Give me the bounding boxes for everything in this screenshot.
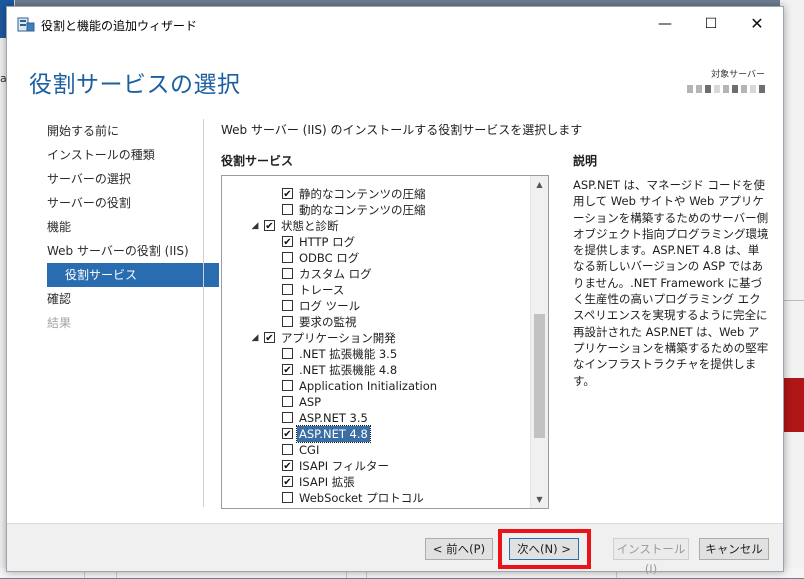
window-title: 役割と機能の追加ウィザード: [41, 19, 198, 33]
tree-item[interactable]: ✔ ISAPI 拡張: [222, 474, 522, 490]
scroll-thumb[interactable]: [534, 314, 545, 438]
tree-item-checkbox[interactable]: [282, 492, 293, 503]
nav-step-7[interactable]: 役割サービス: [47, 263, 219, 287]
tree-item[interactable]: 動的なコンテンツの圧縮: [222, 202, 522, 218]
tree-item-checkbox[interactable]: [282, 268, 293, 279]
tree-item-label: 動的なコンテンツの圧縮: [299, 203, 426, 217]
tree-item-checkbox[interactable]: ✔: [282, 236, 293, 248]
tree-item[interactable]: ◢ ✔ アプリケーション開発: [222, 330, 522, 346]
tree-item[interactable]: ODBC ログ: [222, 250, 522, 266]
minimize-button[interactable]: —: [643, 7, 687, 41]
close-button[interactable]: ✕: [735, 7, 779, 41]
tree-item-checkbox[interactable]: ✔: [264, 220, 275, 232]
expand-arrow-icon[interactable]: ◢: [250, 218, 260, 234]
tree-item-label: ISAPI 拡張: [299, 475, 355, 489]
tree-item-label: .NET 拡張機能 4.8: [299, 363, 398, 377]
tree-item-checkbox[interactable]: [282, 412, 293, 423]
tree-item-label: トレース: [299, 283, 345, 297]
tree-item-checkbox[interactable]: [282, 252, 293, 263]
tree-item[interactable]: WebSocket プロトコル: [222, 490, 522, 506]
scroll-down-arrow-icon[interactable]: ▼: [531, 491, 548, 508]
tree-item[interactable]: ✔ ISAPI フィルター: [222, 458, 522, 474]
tree-item[interactable]: ログ ツール: [222, 298, 522, 314]
tree-item-checkbox[interactable]: ✔: [282, 428, 293, 440]
tree-item-checkbox[interactable]: ✔: [282, 188, 293, 200]
tree-item-label: ログ ツール: [299, 299, 361, 313]
tree-item-label: ASP.NET 4.8: [296, 425, 371, 443]
tree-item[interactable]: ASP.NET 3.5: [222, 410, 522, 426]
wizard-window: 役割と機能の追加ウィザード — ☐ ✕ 役割サービスの選択 対象サーバー 開始す…: [6, 6, 784, 576]
nav-step-6[interactable]: Web サーバーの役割 (IIS): [7, 239, 203, 263]
tree-item[interactable]: ✔ 静的なコンテンツの圧縮: [222, 186, 522, 202]
tree-item-checkbox[interactable]: [282, 300, 293, 311]
tree-item-checkbox[interactable]: [282, 316, 293, 327]
tree-item-label: アプリケーション開発: [281, 331, 396, 345]
tree-item-label: 状態と診断: [281, 219, 339, 233]
destination-server-name-redacted: [687, 85, 765, 93]
install-button[interactable]: インストール(I): [613, 538, 689, 576]
tree-item-label: HTTP ログ: [299, 235, 356, 249]
tree-item-checkbox[interactable]: [282, 380, 293, 391]
tree-item-checkbox[interactable]: ✔: [282, 460, 293, 472]
expand-arrow-icon[interactable]: ◢: [250, 330, 260, 346]
nav-step-8[interactable]: 確認: [7, 287, 203, 311]
tree-item[interactable]: ✔ ASP.NET 4.8: [222, 425, 522, 443]
tree-item[interactable]: ◢ ✔ 状態と診断: [222, 218, 522, 234]
nav-step-9: 結果: [47, 316, 72, 330]
tree-item-checkbox[interactable]: ✔: [264, 332, 275, 344]
nav-step-3[interactable]: サーバーの選択: [7, 167, 203, 191]
tree-item-checkbox[interactable]: [282, 444, 293, 455]
scroll-up-arrow-icon[interactable]: ▲: [531, 176, 548, 193]
nav-step-1[interactable]: 開始する前に: [7, 119, 203, 143]
server-manager-icon: [17, 17, 35, 32]
tree-item[interactable]: ✔ HTTP ログ: [222, 234, 522, 250]
title-bar[interactable]: 役割と機能の追加ウィザード — ☐ ✕: [7, 7, 783, 41]
tree-item-checkbox[interactable]: [282, 204, 293, 215]
description-heading: 説明: [573, 154, 598, 168]
description-text: ASP.NET は、マネージド コードを使用して Web サイトや Web アプ…: [573, 178, 769, 388]
tree-item[interactable]: Application Initialization: [222, 378, 522, 394]
nav-divider: [203, 119, 204, 507]
nav-step-2[interactable]: インストールの種類: [7, 143, 203, 167]
tree-item-checkbox[interactable]: [282, 348, 293, 359]
tree-item[interactable]: トレース: [222, 282, 522, 298]
page-title: 役割サービスの選択: [29, 72, 241, 98]
destination-server-label: 対象サーバー: [711, 70, 765, 80]
tree-item-checkbox[interactable]: ✔: [282, 476, 293, 488]
nav-step-4[interactable]: サーバーの役割: [7, 191, 203, 215]
tree-item[interactable]: カスタム ログ: [222, 266, 522, 282]
tree-item-checkbox[interactable]: [282, 396, 293, 407]
nav-step-5[interactable]: 機能: [7, 215, 203, 239]
wizard-steps-nav: 開始する前に インストールの種類 サーバーの選択 サーバーの役割 機能 Web サーバーの…: [7, 119, 219, 335]
tree-item-checkbox[interactable]: ✔: [282, 364, 293, 376]
tree-item-checkbox[interactable]: [282, 284, 293, 295]
tree-item[interactable]: ASP: [222, 394, 522, 410]
tree-item[interactable]: ✔ .NET 拡張機能 4.8: [222, 362, 522, 378]
tree-item-label: ODBC ログ: [299, 251, 360, 265]
tree-item-label: ASP.NET 3.5: [299, 411, 368, 425]
tree-item-label: Application Initialization: [299, 379, 438, 393]
role-services-heading: 役割サービス: [221, 154, 294, 168]
tree-item-label: CGI: [299, 443, 320, 457]
maximize-button[interactable]: ☐: [689, 7, 733, 41]
tree-item[interactable]: CGI: [222, 442, 522, 458]
tree-scrollbar[interactable]: ▲ ▼: [530, 176, 548, 508]
next-button-highlight-frame: [498, 529, 591, 569]
tree-item[interactable]: 要求の監視: [222, 314, 522, 330]
tree-item-label: 静的なコンテンツの圧縮: [299, 187, 426, 201]
tree-item-label: .NET 拡張機能 3.5: [299, 347, 398, 361]
tree-item-label: ASP: [299, 395, 322, 409]
tree-item[interactable]: .NET 拡張機能 3.5: [222, 346, 522, 362]
role-services-tree[interactable]: ✔ 静的なコンテンツの圧縮 動的なコンテンツの圧縮 ◢ ✔ 状態と診断 ✔ HTTP ログ OD…: [221, 175, 549, 509]
previous-button[interactable]: < 前へ(P): [425, 538, 493, 560]
tree-item-label: WebSocket プロトコル: [299, 491, 424, 505]
tree-item-label: 要求の監視: [299, 315, 357, 329]
cancel-button[interactable]: キャンセル: [699, 538, 769, 560]
tree-item-label: ISAPI フィルター: [299, 459, 390, 473]
intro-text: Web サーバー (IIS) のインストールする役割サービスを選択します: [221, 123, 583, 137]
tree-item-label: カスタム ログ: [299, 267, 372, 281]
wizard-footer: < 前へ(P) 次へ(N) > インストール(I) キャンセル: [7, 524, 783, 576]
